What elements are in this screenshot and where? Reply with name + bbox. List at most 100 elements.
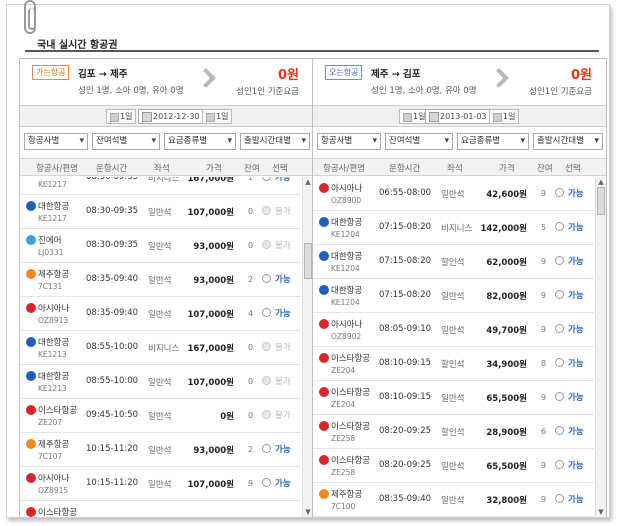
flight-row[interactable]: 이스타항공 ZE258 08:20-09:25 할인석 28,900원 6 가능 (313, 415, 594, 449)
flight-row[interactable]: 이스타항공 ZE204 08:10-09:15 할인석 34,900원 8 가능 (313, 347, 594, 381)
seats-filter[interactable]: 잔여석별 (385, 133, 453, 150)
flight-number: LJ0331 (38, 248, 64, 257)
flight-row[interactable]: KE1217 08:30-09:35 비지니스 167,000원 1 가능 (20, 177, 301, 195)
seats-filter[interactable]: 잔여석별 (92, 133, 160, 150)
scroll-thumb[interactable] (304, 243, 312, 279)
flight-time: 06:55-08:00 (379, 188, 432, 198)
airline-name: 대한항공 (331, 218, 363, 228)
fare-price: 62,000원 (486, 258, 527, 268)
airline-name: 대한항공 (38, 372, 70, 382)
flight-time: 08:30-09:35 (86, 206, 139, 216)
fare-price: 65,500원 (486, 462, 527, 472)
select-radio[interactable] (555, 188, 564, 197)
flight-row[interactable]: 이스타항공 ZE258 08:20-09:25 일반석 65,500원 9 가능 (313, 449, 594, 483)
flight-row[interactable]: 이스타항공 (20, 501, 301, 517)
outbound-date-input[interactable]: 2012-12-30 (138, 109, 206, 124)
flight-row[interactable]: 제주항공 7C100 08:35-09:40 일반석 32,800원 9 가능 (313, 483, 594, 517)
flight-row[interactable]: 제주항공 7C107 10:15-11:20 일반석 93,000원 2 가능 (20, 433, 301, 467)
select-radio[interactable] (555, 426, 564, 435)
seats-left: 9 (541, 495, 547, 504)
seats-left: 2 (248, 445, 254, 454)
select-radio[interactable] (555, 358, 564, 367)
seats-left: 9 (541, 291, 547, 300)
availability-status: 가능 (275, 309, 291, 319)
seats-left: 9 (541, 257, 547, 266)
chevron-right-icon[interactable] (196, 68, 216, 88)
chevron-right-icon[interactable] (489, 68, 509, 88)
airline-logo-icon (26, 303, 36, 313)
flight-row[interactable]: 아시아나 OZ8900 06:55-08:00 일반석 42,600원 9 가능 (313, 177, 594, 211)
flight-number: KE1217 (38, 180, 67, 189)
page-title: 국내 실시간 항공권 (37, 40, 118, 51)
airline-name: 아시아나 (38, 304, 70, 314)
seats-left: 0 (248, 207, 254, 216)
seats-left: 6 (541, 427, 547, 436)
time-filter[interactable]: 출발시간대별 (240, 133, 310, 150)
select-radio[interactable] (555, 256, 564, 265)
next-day-button[interactable]: 1일 (489, 109, 520, 124)
scroll-up-icon[interactable]: ▲ (596, 177, 606, 187)
airline-name: 진에어 (38, 236, 62, 246)
seat-class: 일반석 (441, 190, 465, 200)
seat-class: 일반석 (148, 412, 172, 422)
select-radio[interactable] (555, 222, 564, 231)
availability-status: 가능 (275, 177, 291, 183)
flight-row[interactable]: 아시아나 OZ8913 08:35-09:40 일반석 107,000원 4 가능 (20, 297, 301, 331)
select-radio[interactable] (262, 478, 271, 487)
flight-row[interactable]: 제주항공 7C131 08:35-09:40 일반석 93,000원 2 가능 (20, 263, 301, 297)
select-radio[interactable] (262, 274, 271, 283)
paperclip-icon (24, 0, 36, 34)
select-radio[interactable] (555, 460, 564, 469)
airline-filter[interactable]: 항공사별 (317, 133, 381, 150)
fare-price: 167,000원 (187, 177, 234, 184)
flight-time: 07:15-08:20 (379, 222, 432, 232)
flight-row[interactable]: 진에어 LJ0331 08:30-09:35 일반석 93,000원 0 불가 (20, 229, 301, 263)
flight-row[interactable]: 대한항공 KE1213 08:55-10:00 일반석 107,000원 0 불가 (20, 365, 301, 399)
select-radio[interactable] (555, 392, 564, 401)
prev-day-button[interactable]: 1일 (106, 109, 137, 124)
select-radio[interactable] (555, 324, 564, 333)
fare-filter[interactable]: 요금종류별 (164, 133, 236, 150)
select-radio[interactable] (555, 494, 564, 503)
availability-status: 가능 (568, 461, 584, 471)
seats-left: 0 (248, 343, 254, 352)
select-radio[interactable] (555, 290, 564, 299)
flight-row[interactable]: 대한항공 KE1217 08:30-09:35 일반석 107,000원 0 불가 (20, 195, 301, 229)
inbound-date-input[interactable]: 2013-01-03 (425, 109, 493, 124)
flight-row[interactable]: 대한항공 KE1204 07:15-08:20 일반석 82,000원 9 가능 (313, 279, 594, 313)
flight-row[interactable]: 아시아나 OZ8902 08:05-09:10 일반석 49,700원 9 가능 (313, 313, 594, 347)
select-radio[interactable] (262, 177, 271, 181)
flight-row[interactable]: 이스타항공 ZE204 08:10-09:15 일반석 65,500원 9 가능 (313, 381, 594, 415)
title-divider (25, 50, 599, 52)
seats-left: 9 (541, 189, 547, 198)
flight-row[interactable]: 아시아나 OZ8915 10:15-11:20 일반석 107,000원 9 가능 (20, 467, 301, 501)
outbound-route: 김포 → 제주 (78, 69, 128, 80)
select-radio[interactable] (262, 308, 271, 317)
time-filter[interactable]: 출발시간대별 (533, 133, 603, 150)
fare-price: 65,500원 (486, 394, 527, 404)
airline-name: 이스타항공 (331, 388, 371, 398)
outbound-flight-list: KE1217 08:30-09:35 비지니스 167,000원 1 가능 대한항공 KE12… (20, 177, 301, 517)
select-radio[interactable] (262, 444, 271, 453)
flight-row[interactable]: 이스타항공 ZE207 09:45-10:50 일반석 0원 0 불가 (20, 399, 301, 433)
scroll-down-icon[interactable]: ▼ (596, 507, 606, 517)
flight-number: OZ8900 (331, 196, 362, 205)
flight-number: OZ8915 (38, 486, 69, 495)
flight-time: 08:20-09:25 (379, 460, 432, 470)
inbound-scrollbar[interactable]: ▲ ▼ (595, 177, 606, 517)
seats-left: 0 (248, 377, 254, 386)
scroll-thumb[interactable] (597, 187, 605, 215)
fare-filter[interactable]: 요금종류별 (457, 133, 529, 150)
seat-class: 일반석 (148, 208, 172, 218)
col-select: 선택 (272, 164, 288, 174)
inbound-flight-list: 아시아나 OZ8900 06:55-08:00 일반석 42,600원 9 가능 대한항공 KE… (313, 177, 594, 517)
flight-row[interactable]: 대한항공 KE1213 08:55-10:00 비지니스 167,000원 0 불가 (20, 331, 301, 365)
outbound-panel: 가는항공 김포 → 제주 성인 1명, 소아 0명, 유아 0명 0원 성인1인… (19, 58, 314, 517)
flight-row[interactable]: 대한항공 KE1204 07:15-08:20 할인석 62,000원 9 가능 (313, 245, 594, 279)
flight-number: ZE258 (331, 434, 356, 443)
availability-status: 가능 (568, 257, 584, 267)
next-day-button[interactable]: 1일 (202, 109, 233, 124)
airline-filter[interactable]: 항공사별 (24, 133, 88, 150)
flight-row[interactable]: 대한항공 KE1204 07:15-08:20 비지니스 142,000원 5 가능 (313, 211, 594, 245)
col-seat: 좌석 (447, 164, 463, 174)
